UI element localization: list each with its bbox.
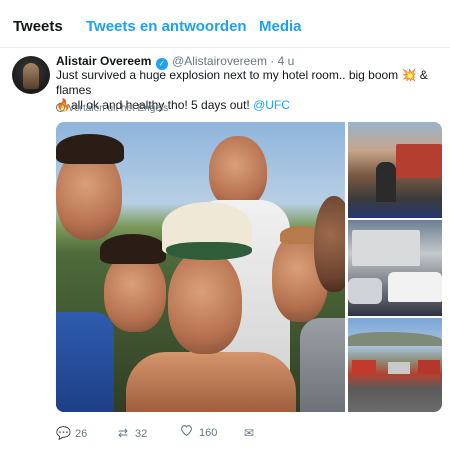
like-button[interactable]: 160 xyxy=(180,424,217,442)
translate-link[interactable]: Vertalen uit het Engels xyxy=(56,103,168,114)
author-name[interactable]: Alistair Overeem xyxy=(56,54,151,68)
tab-tweets-and-replies[interactable]: Tweets en antwoorden xyxy=(86,18,247,35)
tweet-text-part1: Just survived a huge explosion next to m… xyxy=(56,68,402,82)
tweet[interactable]: Alistair Overeem ✓ @Alistairovereem · 4 … xyxy=(0,48,450,450)
photo-fire-engines-street[interactable] xyxy=(348,318,442,412)
translate-label: Vertalen uit het Engels xyxy=(68,103,169,114)
reply-button[interactable]: 💬 26 xyxy=(56,424,87,442)
retweet-button[interactable]: ⇄ 32 xyxy=(116,424,147,442)
direct-message-button[interactable]: ✉ xyxy=(242,424,261,442)
retweet-count: 32 xyxy=(135,428,148,440)
tweet-actions: 💬 26 ⇄ 32 160 ✉ xyxy=(56,424,436,442)
explosion-emoji: 💥 xyxy=(401,68,417,82)
tab-media[interactable]: Media xyxy=(259,18,302,35)
like-count: 160 xyxy=(199,427,218,439)
mention-link[interactable]: @UFC xyxy=(253,98,290,112)
tab-tweets[interactable]: Tweets xyxy=(13,18,63,35)
photo-fire-truck-parking[interactable] xyxy=(348,220,442,316)
envelope-icon: ✉ xyxy=(243,426,255,440)
photo-selfie-group[interactable] xyxy=(56,122,345,412)
reply-count: 26 xyxy=(75,428,88,440)
author-handle[interactable]: @Alistairovereem xyxy=(172,54,267,68)
avatar[interactable] xyxy=(12,56,50,94)
photo-firefighters[interactable] xyxy=(348,122,442,218)
retweet-icon: ⇄ xyxy=(117,426,129,440)
reply-icon: 💬 xyxy=(56,426,71,440)
separator: · xyxy=(270,54,275,68)
media-grid xyxy=(56,122,442,412)
globe-icon xyxy=(56,103,65,112)
tweet-time[interactable]: 4 u xyxy=(278,54,295,68)
heart-icon xyxy=(180,424,194,442)
profile-tabs: Tweets Tweets en antwoorden Media xyxy=(0,0,450,48)
